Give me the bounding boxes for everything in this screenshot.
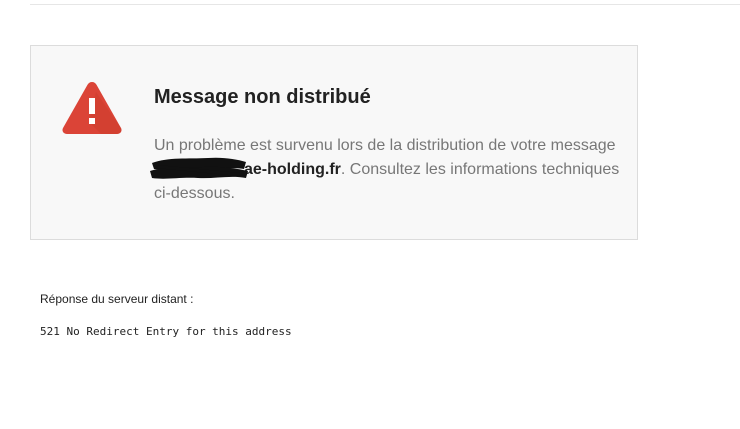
bounce-message-intro: Un problème est survenu lors de la distr… — [154, 137, 616, 154]
top-divider — [30, 4, 740, 5]
redacted-recipient — [150, 157, 248, 179]
bounce-title: Message non distribué — [154, 86, 371, 108]
remote-server-label: Réponse du serveur distant : — [40, 292, 194, 306]
bounce-notice-card: Message non distribué Un problème est su… — [30, 45, 638, 240]
remote-server-response: 521 No Redirect Entry for this address — [40, 325, 292, 338]
recipient-domain: ae-holding.fr — [244, 161, 341, 178]
bounce-message: Un problème est survenu lors de la distr… — [150, 134, 624, 206]
warning-triangle-icon — [61, 80, 123, 136]
